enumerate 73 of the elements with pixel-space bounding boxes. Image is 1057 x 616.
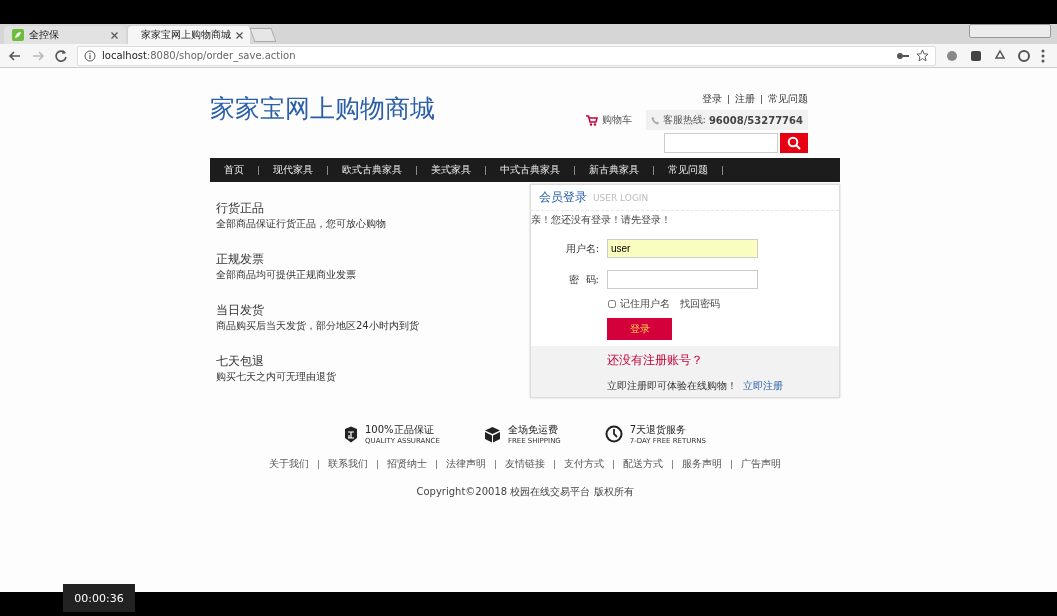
footer-link[interactable]: 法律声明	[446, 457, 486, 471]
feature-description: 全部商品均可提供正规商业发票	[216, 268, 357, 282]
copyright-text: Copyright©20018 校园在线交易平台 版权所有	[416, 485, 634, 499]
footer-link[interactable]: 友情链接	[505, 457, 545, 471]
shield-icon	[344, 425, 358, 443]
feature-title: 七天包退	[216, 353, 265, 370]
feature-title: 行货正品	[216, 200, 265, 217]
badge-title: 100%正品保证	[365, 423, 435, 437]
feature-description: 全部商品保证行货正品，您可放心购物	[216, 217, 387, 231]
forgot-password-link[interactable]: 找回密码	[680, 297, 720, 311]
tab-title: 全控保	[29, 28, 60, 42]
top-link[interactable]: 登录	[702, 92, 722, 106]
nav-item[interactable]: 新古典家具	[589, 163, 639, 177]
info-icon	[84, 49, 96, 62]
nav-item[interactable]: 常见问题	[668, 163, 708, 177]
video-timer: 00:00:36	[63, 584, 135, 612]
top-link[interactable]: 常见问题	[768, 92, 808, 106]
site-logo[interactable]: 家家宝网上购物商城	[210, 93, 435, 125]
close-icon[interactable]	[111, 31, 118, 39]
feature-title: 当日发货	[216, 302, 265, 319]
key-icon[interactable]	[896, 50, 910, 61]
register-prompt: 还没有注册账号？	[607, 352, 704, 369]
cart-icon	[585, 114, 598, 126]
login-title: 会员登录	[539, 189, 587, 206]
star-icon[interactable]	[916, 49, 929, 62]
clock-icon	[604, 425, 623, 443]
phone-icon	[650, 115, 660, 125]
leaf-icon	[12, 29, 24, 41]
nav-item[interactable]: 欧式古典家具	[342, 163, 402, 177]
nav-item[interactable]: 现代家具	[273, 163, 313, 177]
search-field[interactable]	[664, 133, 778, 153]
badge-title: 全场免运费	[507, 423, 559, 437]
footer-link[interactable]: 广告声明	[741, 457, 781, 471]
login-notice: 亲！您还没有登录！请先登录！	[531, 213, 672, 227]
password-field[interactable]	[607, 270, 758, 289]
footer-link[interactable]: 配送方式	[623, 457, 663, 471]
nav-item[interactable]: 中式古典家具	[500, 163, 560, 177]
login-button[interactable]: 登录	[607, 318, 672, 340]
checkbox-label: 记住用户名	[620, 297, 670, 311]
url-text: localhost:8080/shop/order_save.action	[102, 50, 296, 61]
nav-item[interactable]: 美式家具	[431, 163, 471, 177]
hotline-label: 客服热线:	[662, 113, 706, 127]
footer-link[interactable]: 关于我们	[269, 457, 309, 471]
feature-title: 正规发票	[216, 251, 265, 268]
address-field[interactable]: localhost:8080/shop/order_save.action	[77, 45, 936, 66]
field-label: 用户名:	[564, 241, 600, 256]
hotline-number: 96008/53277764	[708, 114, 803, 126]
register-text: 立即注册即可体验在线购物！	[607, 380, 737, 391]
nav-item[interactable]: 首页	[224, 163, 244, 177]
tab-title: 家家宝网上购物商城	[141, 28, 231, 42]
browser-tab[interactable]: 全控保	[4, 26, 126, 44]
browser-tab[interactable]: 家家宝网上购物商城	[128, 26, 250, 44]
back-icon[interactable]	[8, 48, 22, 63]
reload-icon[interactable]	[54, 48, 68, 63]
feature-description: 购买七天之内可无理由退货	[216, 370, 337, 384]
footer-link[interactable]: 联系我们	[328, 457, 368, 471]
feature-description: 商品购买后当天发货，部分地区24小时内到货	[216, 319, 419, 333]
username-field[interactable]: user	[607, 239, 758, 258]
search-icon	[787, 136, 801, 150]
top-link[interactable]: 注册	[735, 92, 755, 106]
footer-link[interactable]: 服务声明	[682, 457, 722, 471]
register-link[interactable]: 立即注册	[743, 380, 784, 391]
box-icon	[483, 425, 501, 443]
login-subtitle: USER LOGIN	[593, 192, 649, 203]
footer-link[interactable]: 招贤纳士	[387, 457, 427, 471]
cart-link[interactable]: 购物车	[585, 113, 632, 127]
close-icon[interactable]	[236, 31, 243, 39]
search-button[interactable]	[780, 133, 808, 153]
field-label: 密 码:	[568, 272, 600, 287]
footer-link[interactable]: 支付方式	[564, 457, 604, 471]
remember-checkbox[interactable]	[608, 300, 616, 308]
badge-title: 7天退货服务	[629, 423, 688, 437]
menu-icon[interactable]	[1041, 48, 1045, 63]
